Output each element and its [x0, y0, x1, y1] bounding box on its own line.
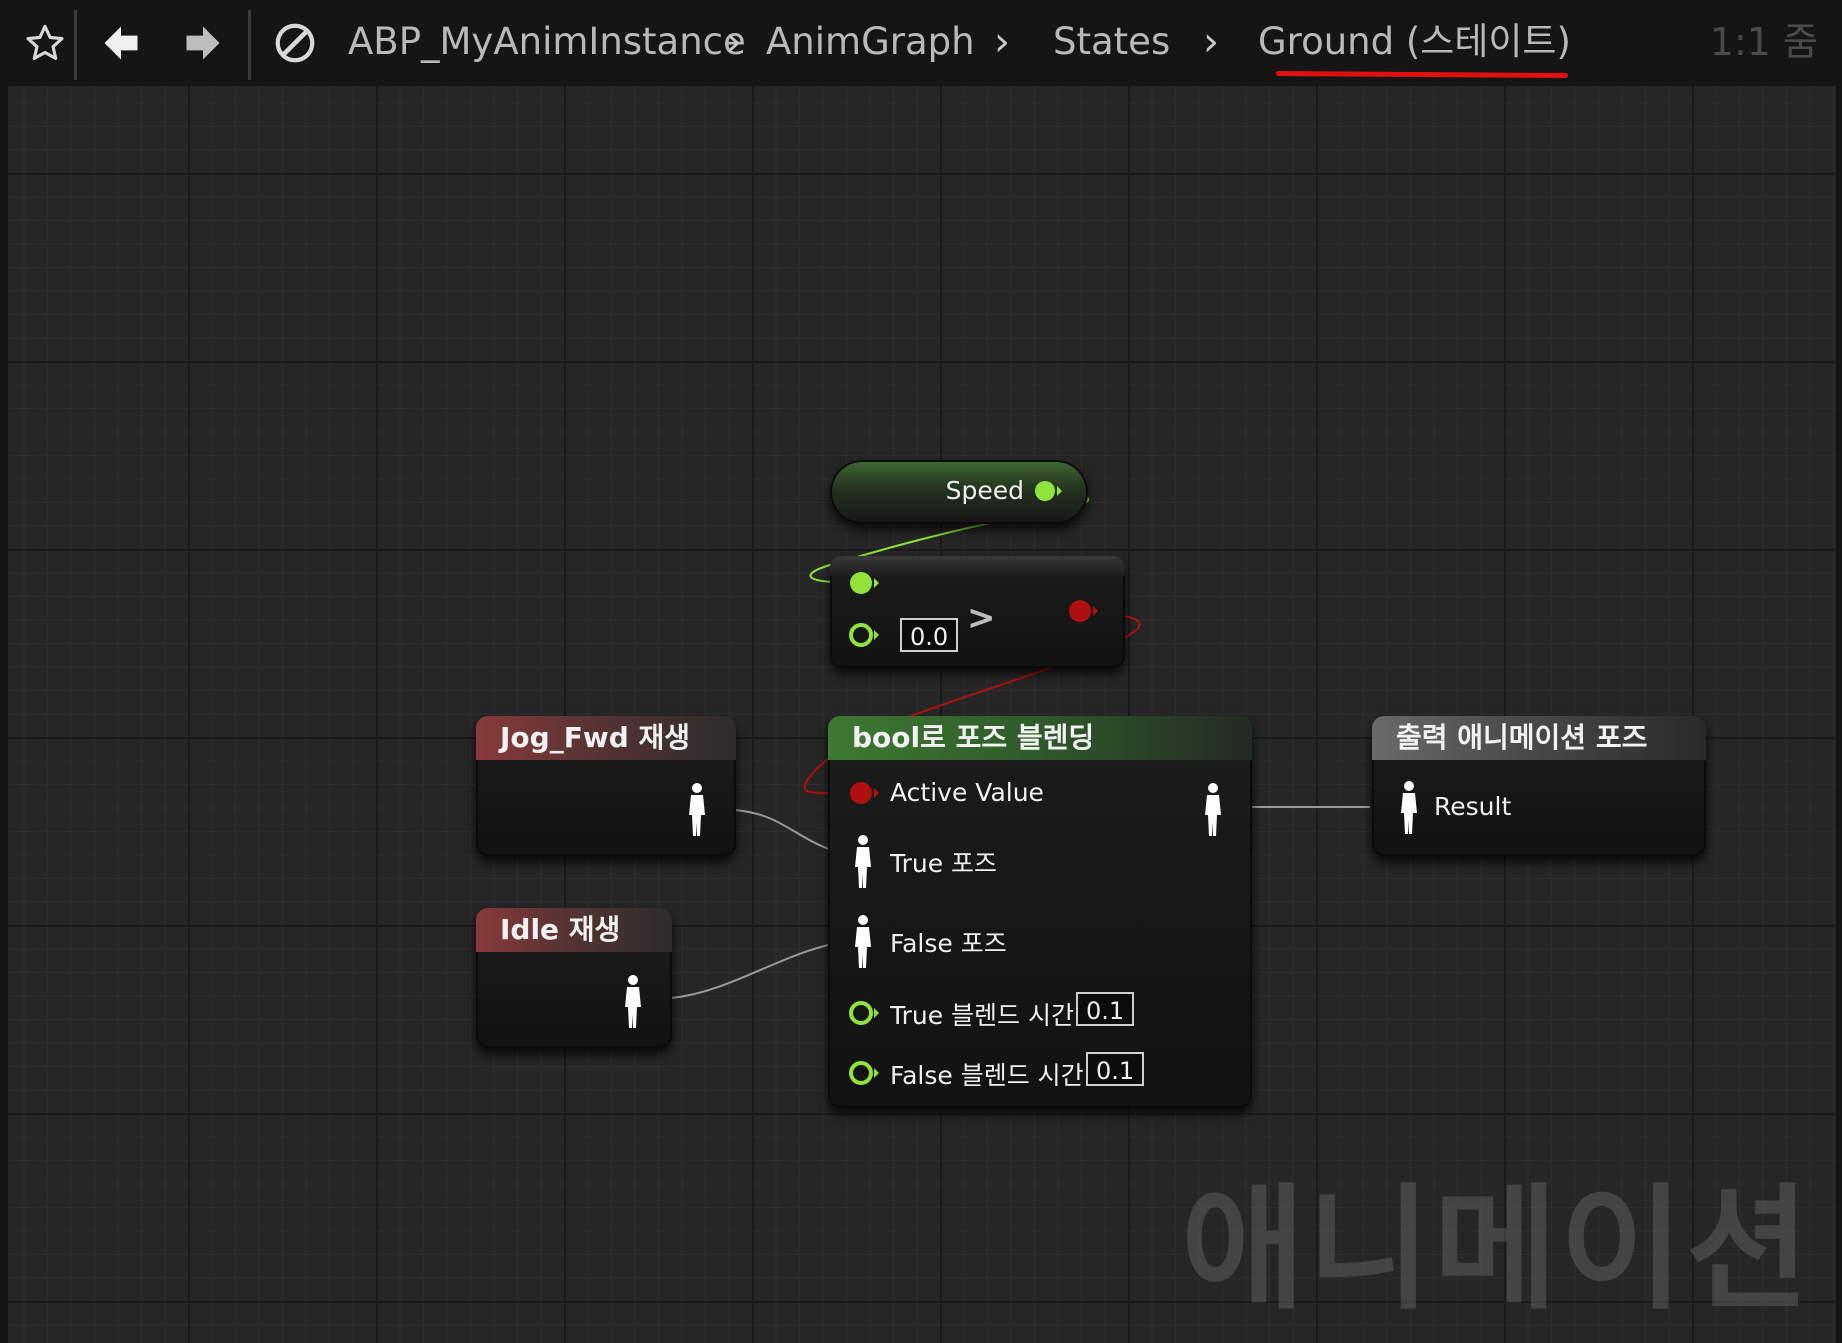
back-arrow-icon[interactable] — [96, 18, 146, 68]
speed-label: Speed — [945, 476, 1024, 505]
greater-than-node[interactable]: 0.0 > — [830, 556, 1125, 668]
speed-variable-node[interactable]: Speed — [830, 460, 1088, 524]
breadcrumb-anim-graph[interactable]: AnimGraph — [766, 14, 975, 70]
active-value-label: Active Value — [890, 778, 1044, 807]
false-pose-label: False 포즈 — [890, 929, 1007, 958]
bool-input-pin-icon[interactable] — [848, 780, 882, 806]
false-blend-time-field[interactable]: 0.1 — [1086, 1052, 1145, 1086]
float-input-pin-icon[interactable] — [848, 1060, 882, 1086]
pose-input-pin-icon[interactable] — [852, 834, 874, 890]
pose-output-pin-icon[interactable] — [622, 974, 644, 1030]
toolbar-divider — [74, 10, 77, 80]
float-input-pin-icon[interactable] — [848, 570, 882, 596]
breadcrumb-anim-instance[interactable]: ABP_MyAnimInstance — [348, 14, 746, 70]
output-pose-node[interactable]: 출력 애니메이션 포즈 Result — [1372, 716, 1706, 856]
blend-poses-by-bool-node[interactable]: bool로 포즈 블렌딩 Active Value True 포즈 False … — [828, 716, 1252, 1108]
chevron-right-icon: › — [726, 19, 742, 65]
blend-node-title: bool로 포즈 블렌딩 — [828, 716, 1252, 760]
pose-output-pin-icon[interactable] — [1202, 782, 1224, 838]
bool-output-pin-icon[interactable] — [1067, 598, 1101, 624]
forward-arrow-icon[interactable] — [178, 18, 228, 68]
breadcrumb-ground-state[interactable]: Ground (스테이트) — [1258, 14, 1571, 70]
float-output-pin-icon[interactable] — [1034, 479, 1064, 503]
breadcrumb-toolbar: ABP_MyAnimInstance › AnimGraph › States … — [8, 0, 1836, 86]
float-input-pin-icon[interactable] — [848, 622, 882, 648]
true-blend-time-field[interactable]: 0.1 — [1076, 992, 1135, 1026]
disabled-circle-icon[interactable] — [270, 18, 320, 68]
compare-value-field[interactable]: 0.0 — [900, 618, 959, 652]
greater-than-operator: > — [967, 598, 996, 638]
pose-output-pin-icon[interactable] — [686, 782, 708, 838]
chevron-right-icon: › — [994, 19, 1010, 65]
jog-fwd-player-node[interactable]: Jog_Fwd 재생 — [476, 716, 736, 856]
float-input-pin-icon[interactable] — [848, 1000, 882, 1026]
result-label: Result — [1434, 792, 1512, 821]
red-underline-annotation — [1275, 70, 1569, 79]
idle-player-node[interactable]: Idle 재생 — [476, 908, 672, 1048]
idle-title: Idle 재생 — [476, 908, 672, 952]
pose-input-pin-icon[interactable] — [852, 914, 874, 970]
output-pose-title: 출력 애니메이션 포즈 — [1372, 716, 1706, 760]
true-blend-time-label: True 블렌드 시간 — [890, 1001, 1074, 1030]
pose-input-pin-icon[interactable] — [1398, 780, 1420, 836]
jog-fwd-title: Jog_Fwd 재생 — [476, 716, 736, 760]
false-blend-time-label: False 블렌드 시간 — [890, 1061, 1084, 1090]
chevron-right-icon: › — [1203, 19, 1219, 65]
true-pose-label: True 포즈 — [890, 849, 998, 878]
zoom-level: 1:1 줌 — [1709, 20, 1818, 64]
star-icon[interactable] — [20, 18, 70, 68]
breadcrumb-states[interactable]: States — [1053, 14, 1170, 70]
toolbar-divider — [248, 10, 251, 80]
anim-graph-canvas[interactable]: ABP_MyAnimInstance › AnimGraph › States … — [0, 0, 1842, 1343]
graph-type-watermark: 애니메이션 — [1181, 1171, 1812, 1328]
